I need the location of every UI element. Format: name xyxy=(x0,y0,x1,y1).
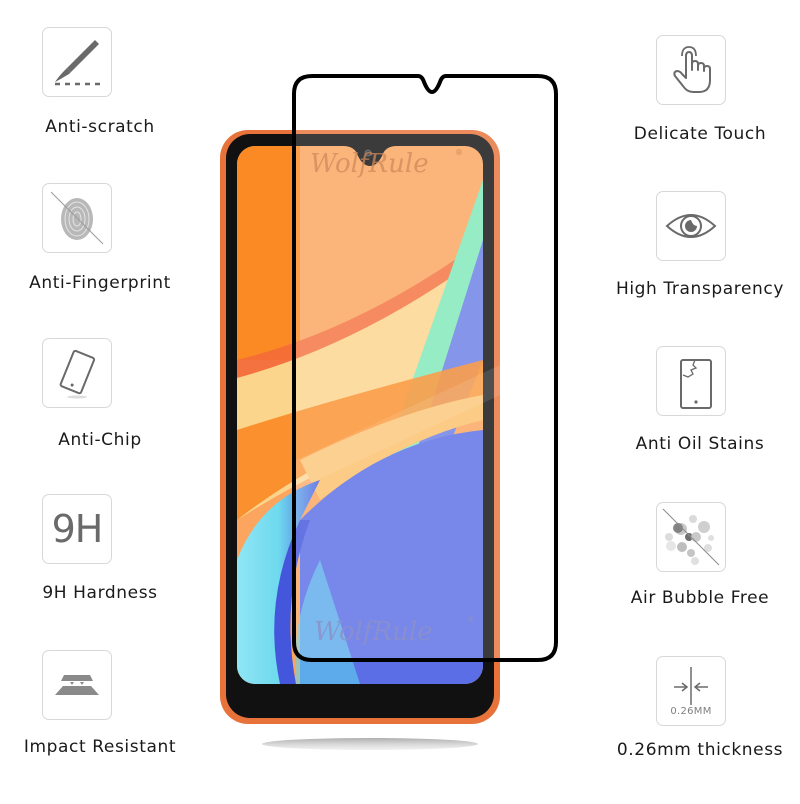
feature-label: High Transparency xyxy=(615,279,785,299)
watermark-bottom: WolfRule xyxy=(314,617,433,647)
thickness-icon-text: 0.26MM xyxy=(670,706,712,717)
feature-label: Delicate Touch xyxy=(633,124,767,144)
fingerprint-crossed-icon xyxy=(42,183,112,253)
touch-hand-icon xyxy=(656,35,726,105)
feature-label: Impact Resistant xyxy=(23,737,177,757)
feature-label: 9H Hardness xyxy=(42,583,158,603)
9h-icon-text: 9H xyxy=(51,507,104,551)
watermark-top: WolfRule xyxy=(310,149,429,179)
feature-label: Air Bubble Free xyxy=(630,588,770,608)
thickness-icon: 0.26MM xyxy=(656,656,726,726)
impact-layers-icon xyxy=(42,650,112,720)
registered-mark-bottom: ® xyxy=(467,615,475,624)
feature-label: 0.26mm thickness xyxy=(616,740,784,760)
cracked-phone-icon xyxy=(656,346,726,416)
9h-icon: 9H xyxy=(42,494,112,564)
feature-label: Anti Oil Stains xyxy=(635,434,765,454)
registered-mark-top: ® xyxy=(455,148,463,157)
tilted-phone-icon xyxy=(42,338,112,408)
feature-label: Anti-Fingerprint xyxy=(29,273,171,293)
eye-icon xyxy=(656,191,726,261)
scalpel-icon xyxy=(42,27,112,97)
phone-shadow xyxy=(262,738,478,750)
bubbles-crossed-icon xyxy=(656,502,726,572)
feature-label: Anti-scratch xyxy=(45,117,155,137)
feature-label: Anti-Chip xyxy=(58,430,142,450)
